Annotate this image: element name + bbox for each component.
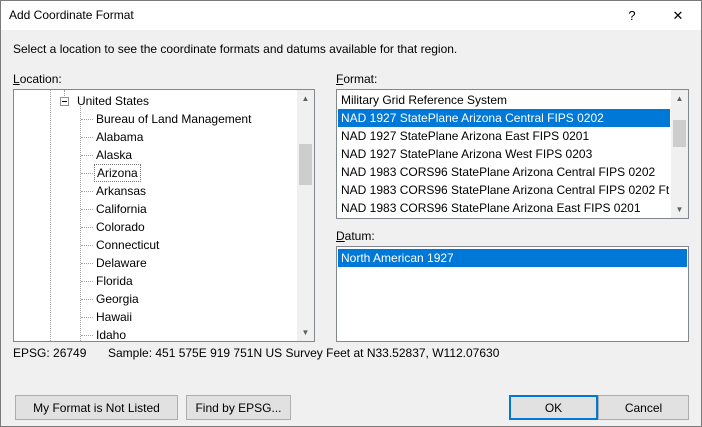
tree-node[interactable]: Colorado	[14, 218, 297, 236]
location-scrollbar[interactable]: ▲ ▼	[297, 90, 314, 341]
tree-guide-line	[81, 281, 93, 282]
tree-node-label: Arkansas	[96, 184, 147, 198]
format-list-item[interactable]: NAD 1983 CORS96 StatePlane Arizona East …	[338, 217, 670, 218]
window-title: Add Coordinate Format	[9, 8, 134, 22]
tree-node-label: United States	[77, 94, 150, 108]
epsg-code: EPSG: 26749	[13, 346, 87, 360]
format-list-item[interactable]: NAD 1983 CORS96 StatePlane Arizona Centr…	[338, 181, 670, 199]
tree-node[interactable]: Idaho	[14, 326, 297, 342]
tree-guide-line	[81, 119, 93, 120]
location-tree-items: United States Bureau of Land Management Al…	[14, 90, 297, 341]
format-list-item[interactable]: Military Grid Reference System	[338, 91, 670, 109]
scroll-thumb[interactable]	[299, 144, 312, 185]
format-list-item[interactable]: NAD 1983 CORS96 StatePlane Arizona Centr…	[338, 163, 670, 181]
tree-guide-line	[81, 227, 93, 228]
close-icon: ✕	[672, 7, 684, 23]
location-tree[interactable]: United States Bureau of Land Management Al…	[13, 89, 315, 342]
dialog-window: Add Coordinate Format ? ✕ Select a locat…	[0, 0, 702, 427]
instruction-text: Select a location to see the coordinate …	[13, 42, 458, 56]
tree-node-label: Bureau of Land Management	[96, 112, 252, 126]
format-list[interactable]: Military Grid Reference System NAD 1927 S…	[336, 89, 689, 219]
tree-node[interactable]: Georgia	[14, 290, 297, 308]
format-list-item[interactable]: NAD 1927 StatePlane Arizona East FIPS 02…	[338, 127, 670, 145]
tree-guide-line	[81, 155, 93, 156]
tree-guide-line	[81, 173, 93, 174]
format-label: Format:	[336, 72, 378, 86]
find-by-epsg-button[interactable]: Find by EPSG...	[186, 395, 291, 420]
help-icon: ?	[628, 8, 636, 23]
tree-node[interactable]: Alaska	[14, 146, 297, 164]
scroll-down-icon[interactable]: ▼	[297, 324, 314, 341]
close-button[interactable]: ✕	[655, 1, 701, 30]
tree-guide-line	[81, 335, 93, 336]
tree-node[interactable]: Connecticut	[14, 236, 297, 254]
format-list-items: Military Grid Reference System NAD 1927 S…	[337, 90, 688, 218]
format-scrollbar[interactable]: ▲ ▼	[671, 90, 688, 218]
title-bar[interactable]: Add Coordinate Format ? ✕	[1, 1, 701, 30]
tree-node[interactable]: Arizona	[14, 164, 297, 182]
datum-list-item[interactable]: North American 1927	[338, 249, 687, 267]
tree-node-label: Alaska	[96, 148, 133, 162]
tree-node-united-states[interactable]: United States	[14, 92, 297, 110]
tree-node-label: California	[96, 202, 147, 216]
tree-guide-line	[81, 191, 93, 192]
tree-node-label: Arizona	[94, 164, 141, 182]
scroll-thumb[interactable]	[673, 120, 686, 147]
tree-node-label: Hawaii	[96, 310, 133, 324]
format-list-item[interactable]: NAD 1927 StatePlane Arizona Central FIPS…	[338, 109, 670, 127]
tree-guide-line	[81, 299, 93, 300]
my-format-not-listed-button[interactable]: My Format is Not Listed	[15, 395, 178, 420]
tree-node-label: Delaware	[96, 256, 147, 270]
scroll-down-icon[interactable]: ▼	[671, 201, 688, 218]
tree-node[interactable]: Arkansas	[14, 182, 297, 200]
tree-node[interactable]: Hawaii	[14, 308, 297, 326]
tree-node[interactable]: Delaware	[14, 254, 297, 272]
tree-node[interactable]: California	[14, 200, 297, 218]
datum-label: Datum:	[336, 229, 375, 243]
sample-text: Sample: 451 575E 919 751N US Survey Feet…	[108, 346, 500, 360]
tree-guide-line	[81, 209, 93, 210]
location-label: Location:	[13, 72, 62, 86]
scroll-up-icon[interactable]: ▲	[297, 90, 314, 107]
tree-node-label: Idaho	[96, 328, 127, 342]
datum-list-items: North American 1927	[337, 247, 688, 341]
tree-guide-line	[81, 245, 93, 246]
cancel-button[interactable]: Cancel	[598, 395, 689, 420]
tree-node[interactable]: Florida	[14, 272, 297, 290]
scroll-up-icon[interactable]: ▲	[671, 90, 688, 107]
tree-node-label: Alabama	[96, 130, 144, 144]
format-list-item[interactable]: NAD 1927 StatePlane Arizona West FIPS 02…	[338, 145, 670, 163]
ok-button[interactable]: OK	[509, 395, 598, 420]
tree-node-label: Georgia	[96, 292, 139, 306]
tree-node-label: Connecticut	[96, 238, 160, 252]
help-button[interactable]: ?	[609, 1, 655, 30]
tree-guide-line	[81, 137, 93, 138]
tree-node[interactable]: Bureau of Land Management	[14, 110, 297, 128]
tree-node-label: Florida	[96, 274, 133, 288]
tree-node-label: Colorado	[96, 220, 145, 234]
format-list-item[interactable]: NAD 1983 CORS96 StatePlane Arizona East …	[338, 199, 670, 217]
tree-node[interactable]: Alabama	[14, 128, 297, 146]
tree-guide-line	[81, 317, 93, 318]
datum-list[interactable]: North American 1927	[336, 246, 689, 342]
tree-guide-line	[81, 263, 93, 264]
